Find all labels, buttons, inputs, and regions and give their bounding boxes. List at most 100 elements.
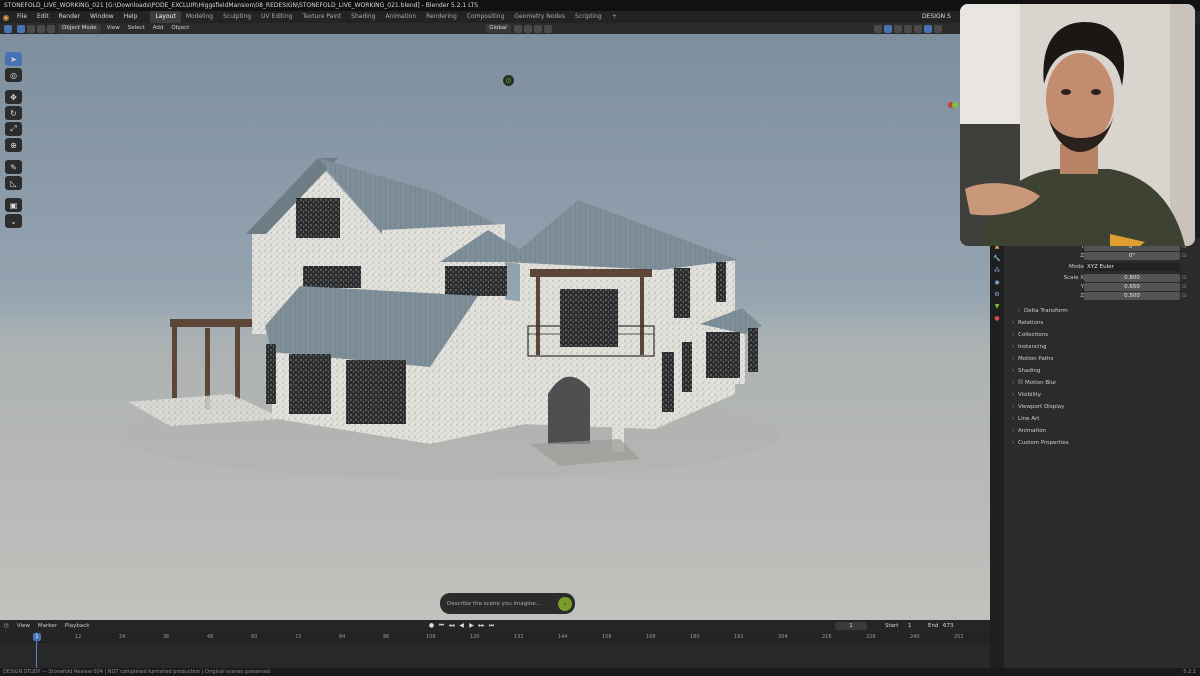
cursor-tool-icon[interactable]: ◎ bbox=[5, 68, 22, 82]
xray-icon[interactable] bbox=[903, 24, 912, 33]
select-tool-icon[interactable]: ➤ bbox=[5, 52, 22, 66]
rotation-mode-select[interactable]: XYZ Euler bbox=[1084, 263, 1180, 271]
next-key-icon[interactable]: ▸▸ bbox=[477, 621, 486, 630]
section-shading[interactable]: › Shading bbox=[1012, 365, 1040, 377]
axis-gizmo-icon[interactable] bbox=[948, 101, 958, 109]
solid-shading-icon[interactable] bbox=[923, 24, 932, 33]
data-tab-icon[interactable]: ▼ bbox=[993, 302, 1001, 310]
tab-sculpting[interactable]: Sculpting bbox=[218, 11, 256, 23]
jump-start-icon[interactable]: ⏮ bbox=[437, 621, 446, 630]
proportional-edit-icon[interactable] bbox=[543, 24, 552, 33]
jump-end-icon[interactable]: ⏭ bbox=[487, 621, 496, 630]
gizmo-toggle-icon[interactable] bbox=[883, 24, 892, 33]
pivot-icon[interactable] bbox=[513, 24, 522, 33]
section-collections[interactable]: › Collections bbox=[1012, 329, 1048, 341]
playhead-frame-badge[interactable]: 1 bbox=[33, 633, 41, 641]
timeline-menu-marker[interactable]: Marker bbox=[34, 623, 61, 629]
play-icon[interactable]: ▶ bbox=[467, 621, 476, 630]
section-instancing[interactable]: › Instancing bbox=[1012, 341, 1047, 353]
tab-modeling[interactable]: Modeling bbox=[181, 11, 218, 23]
lock-icon[interactable]: ⊡ bbox=[1182, 292, 1187, 300]
material-tab-icon[interactable]: ● bbox=[993, 314, 1001, 322]
particles-tab-icon[interactable]: ⁂ bbox=[993, 266, 1001, 274]
menu-file[interactable]: File bbox=[12, 11, 32, 23]
menu-select[interactable]: Select bbox=[124, 23, 149, 34]
editor-type-icon[interactable] bbox=[4, 24, 12, 33]
select-extend-icon[interactable] bbox=[27, 24, 35, 33]
tab-shading[interactable]: Shading bbox=[346, 11, 380, 23]
scale-tool-icon[interactable]: ⤢ bbox=[5, 122, 22, 136]
arrow-right-icon[interactable]: › bbox=[558, 596, 572, 611]
lock-icon[interactable]: ⊡ bbox=[1182, 274, 1187, 282]
wireframe-shading-icon[interactable] bbox=[913, 24, 922, 33]
3d-viewport[interactable]: ⊙ › bbox=[0, 34, 990, 620]
tab-texture-paint[interactable]: Texture Paint bbox=[297, 11, 346, 23]
snap-icon[interactable] bbox=[523, 24, 532, 33]
section-motion-paths[interactable]: › Motion Paths bbox=[1012, 353, 1053, 365]
section-animation[interactable]: › Animation bbox=[1012, 425, 1046, 437]
transform-orientation-dropdown[interactable]: Global bbox=[485, 24, 511, 33]
menu-view[interactable]: View bbox=[103, 23, 124, 34]
constraints-tab-icon[interactable]: ⚙ bbox=[993, 290, 1001, 298]
transform-tool-icon[interactable]: ⊕ bbox=[5, 138, 22, 152]
scale-x-field[interactable]: 0.800 bbox=[1084, 274, 1180, 282]
extra-tool-icon[interactable]: ⌄ bbox=[5, 214, 22, 228]
play-reverse-icon[interactable]: ◀ bbox=[457, 621, 466, 630]
section-delta-transform[interactable]: › Delta Transform bbox=[1018, 305, 1068, 317]
lock-icon[interactable]: ⊡ bbox=[1182, 283, 1187, 291]
move-tool-icon[interactable]: ✥ bbox=[5, 90, 22, 104]
object-mode-dropdown[interactable]: Object Mode bbox=[58, 24, 101, 33]
visibility-icon[interactable] bbox=[873, 24, 882, 33]
rotate-tool-icon[interactable]: ↻ bbox=[5, 106, 22, 120]
modifier-tab-icon[interactable]: 🔧 bbox=[993, 254, 1001, 262]
section-line-art[interactable]: › Line Art bbox=[1012, 413, 1039, 425]
tab-rendering[interactable]: Rendering bbox=[421, 11, 462, 23]
timeline-body[interactable] bbox=[0, 642, 990, 668]
lock-icon[interactable]: ⊡ bbox=[1182, 252, 1187, 260]
section-viewport-display[interactable]: › Viewport Display bbox=[1012, 401, 1064, 413]
start-frame-field[interactable]: 1 bbox=[905, 622, 915, 630]
tab-scripting[interactable]: Scripting bbox=[570, 11, 607, 23]
tab-layout[interactable]: Layout bbox=[150, 11, 181, 23]
timeline-menu-playback[interactable]: Playback bbox=[61, 623, 94, 629]
measure-tool-icon[interactable]: ◺ bbox=[5, 176, 22, 190]
scale-y-field[interactable]: 0.650 bbox=[1084, 283, 1180, 291]
material-shading-icon[interactable] bbox=[933, 24, 942, 33]
blender-logo-icon[interactable]: ◉ bbox=[0, 11, 12, 23]
menu-render[interactable]: Render bbox=[54, 11, 85, 23]
annotate-tool-icon[interactable]: ✎ bbox=[5, 160, 22, 174]
current-frame-field[interactable]: 1 bbox=[835, 622, 867, 630]
prev-key-icon[interactable]: ◂◂ bbox=[447, 621, 456, 630]
select-invert-icon[interactable] bbox=[47, 24, 55, 33]
menu-edit[interactable]: Edit bbox=[32, 11, 54, 23]
menu-help[interactable]: Help bbox=[119, 11, 143, 23]
end-frame-field[interactable]: 673 bbox=[940, 622, 957, 630]
checkbox-icon[interactable] bbox=[1018, 379, 1023, 384]
tab-animation[interactable]: Animation bbox=[381, 11, 422, 23]
section-motion-blur[interactable]: › Motion Blur bbox=[1012, 377, 1056, 389]
section-visibility[interactable]: › Visibility bbox=[1012, 389, 1041, 401]
select-subtract-icon[interactable] bbox=[37, 24, 45, 33]
physics-tab-icon[interactable]: ◉ bbox=[993, 278, 1001, 286]
navigation-gizmo-icon[interactable]: ⊙ bbox=[503, 75, 514, 86]
select-box-icon[interactable] bbox=[17, 24, 25, 33]
scale-z-field[interactable]: 0.500 bbox=[1084, 292, 1180, 300]
section-custom-properties[interactable]: › Custom Properties bbox=[1012, 437, 1069, 449]
menu-window[interactable]: Window bbox=[85, 11, 119, 23]
overlay-icon[interactable] bbox=[893, 24, 902, 33]
menu-add[interactable]: Add bbox=[149, 23, 168, 34]
add-cube-tool-icon[interactable]: ▣ bbox=[5, 198, 22, 212]
timeline-menu-view[interactable]: View bbox=[13, 623, 34, 629]
snap-target-icon[interactable] bbox=[533, 24, 542, 33]
section-relations[interactable]: › Relations bbox=[1012, 317, 1043, 329]
rotation-z-field[interactable]: 0° bbox=[1084, 252, 1180, 260]
tab-geometry-nodes[interactable]: Geometry Nodes bbox=[509, 11, 570, 23]
add-workspace-button[interactable]: + bbox=[607, 11, 622, 23]
tab-compositing[interactable]: Compositing bbox=[462, 11, 510, 23]
scene-prompt-input[interactable] bbox=[447, 600, 558, 607]
menu-object[interactable]: Object bbox=[167, 23, 193, 34]
timeline-ruler[interactable]: 1 12 24 36 48 60 72 84 96 108 120 132 14… bbox=[0, 632, 990, 642]
timeline-editor-icon[interactable]: ◷ bbox=[0, 623, 13, 629]
record-icon[interactable]: ● bbox=[427, 621, 436, 630]
tab-uv-editing[interactable]: UV Editing bbox=[256, 11, 297, 23]
